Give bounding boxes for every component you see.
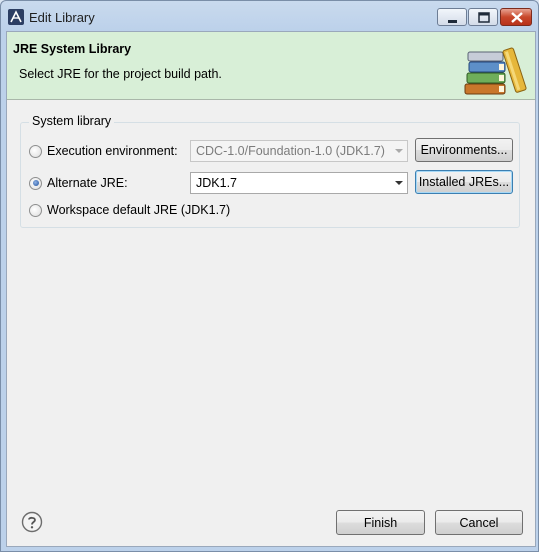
alternate-jre-combo[interactable]: JDK1.7 [190, 172, 408, 194]
title-banner: JRE System Library Select JRE for the pr… [7, 32, 535, 100]
banner-title: JRE System Library [13, 42, 132, 56]
chevron-down-icon [395, 181, 403, 185]
execution-environment-label: Execution environment: [47, 144, 178, 158]
banner-message: Select JRE for the project build path. [19, 67, 222, 81]
execution-environment-combo: CDC-1.0/Foundation-1.0 (JDK1.7) [190, 140, 408, 162]
system-library-group: System library Execution environment: CD… [20, 114, 520, 228]
alternate-jre-option[interactable]: Alternate JRE: [29, 174, 128, 192]
dialog-client-area: JRE System Library Select JRE for the pr… [6, 31, 536, 547]
dialog-footer: Finish Cancel [7, 492, 535, 546]
cancel-button[interactable]: Cancel [435, 510, 523, 535]
close-icon [511, 12, 523, 23]
dialog-window: Edit Library JRE System Library Select J… [0, 0, 539, 552]
close-button[interactable] [500, 8, 532, 26]
execution-environment-radio[interactable] [29, 144, 42, 158]
title-bar[interactable]: Edit Library [1, 1, 538, 31]
chevron-down-icon [395, 149, 403, 153]
help-icon[interactable] [21, 511, 43, 533]
maximize-icon [478, 12, 490, 23]
minimize-icon [448, 20, 457, 23]
alternate-jre-value: JDK1.7 [196, 176, 237, 190]
workspace-default-option[interactable]: Workspace default JRE (JDK1.7) [29, 201, 230, 219]
library-books-icon [464, 47, 527, 95]
finish-button[interactable]: Finish [336, 510, 425, 535]
installed-jres-button[interactable]: Installed JREs... [415, 170, 513, 194]
maximize-button[interactable] [468, 8, 498, 26]
alternate-jre-radio[interactable] [29, 176, 42, 190]
environments-button[interactable]: Environments... [415, 138, 513, 162]
execution-environment-option[interactable]: Execution environment: [29, 142, 178, 160]
execution-environment-value: CDC-1.0/Foundation-1.0 (JDK1.7) [196, 144, 385, 158]
workspace-default-label: Workspace default JRE (JDK1.7) [47, 203, 231, 217]
workspace-default-radio[interactable] [29, 203, 42, 217]
group-legend: System library [29, 114, 115, 128]
dialog-content: System library Execution environment: CD… [7, 100, 535, 492]
eclipse-app-icon [8, 9, 24, 25]
minimize-button[interactable] [437, 8, 467, 26]
alternate-jre-label: Alternate JRE: [47, 176, 128, 190]
window-title: Edit Library [29, 10, 95, 25]
